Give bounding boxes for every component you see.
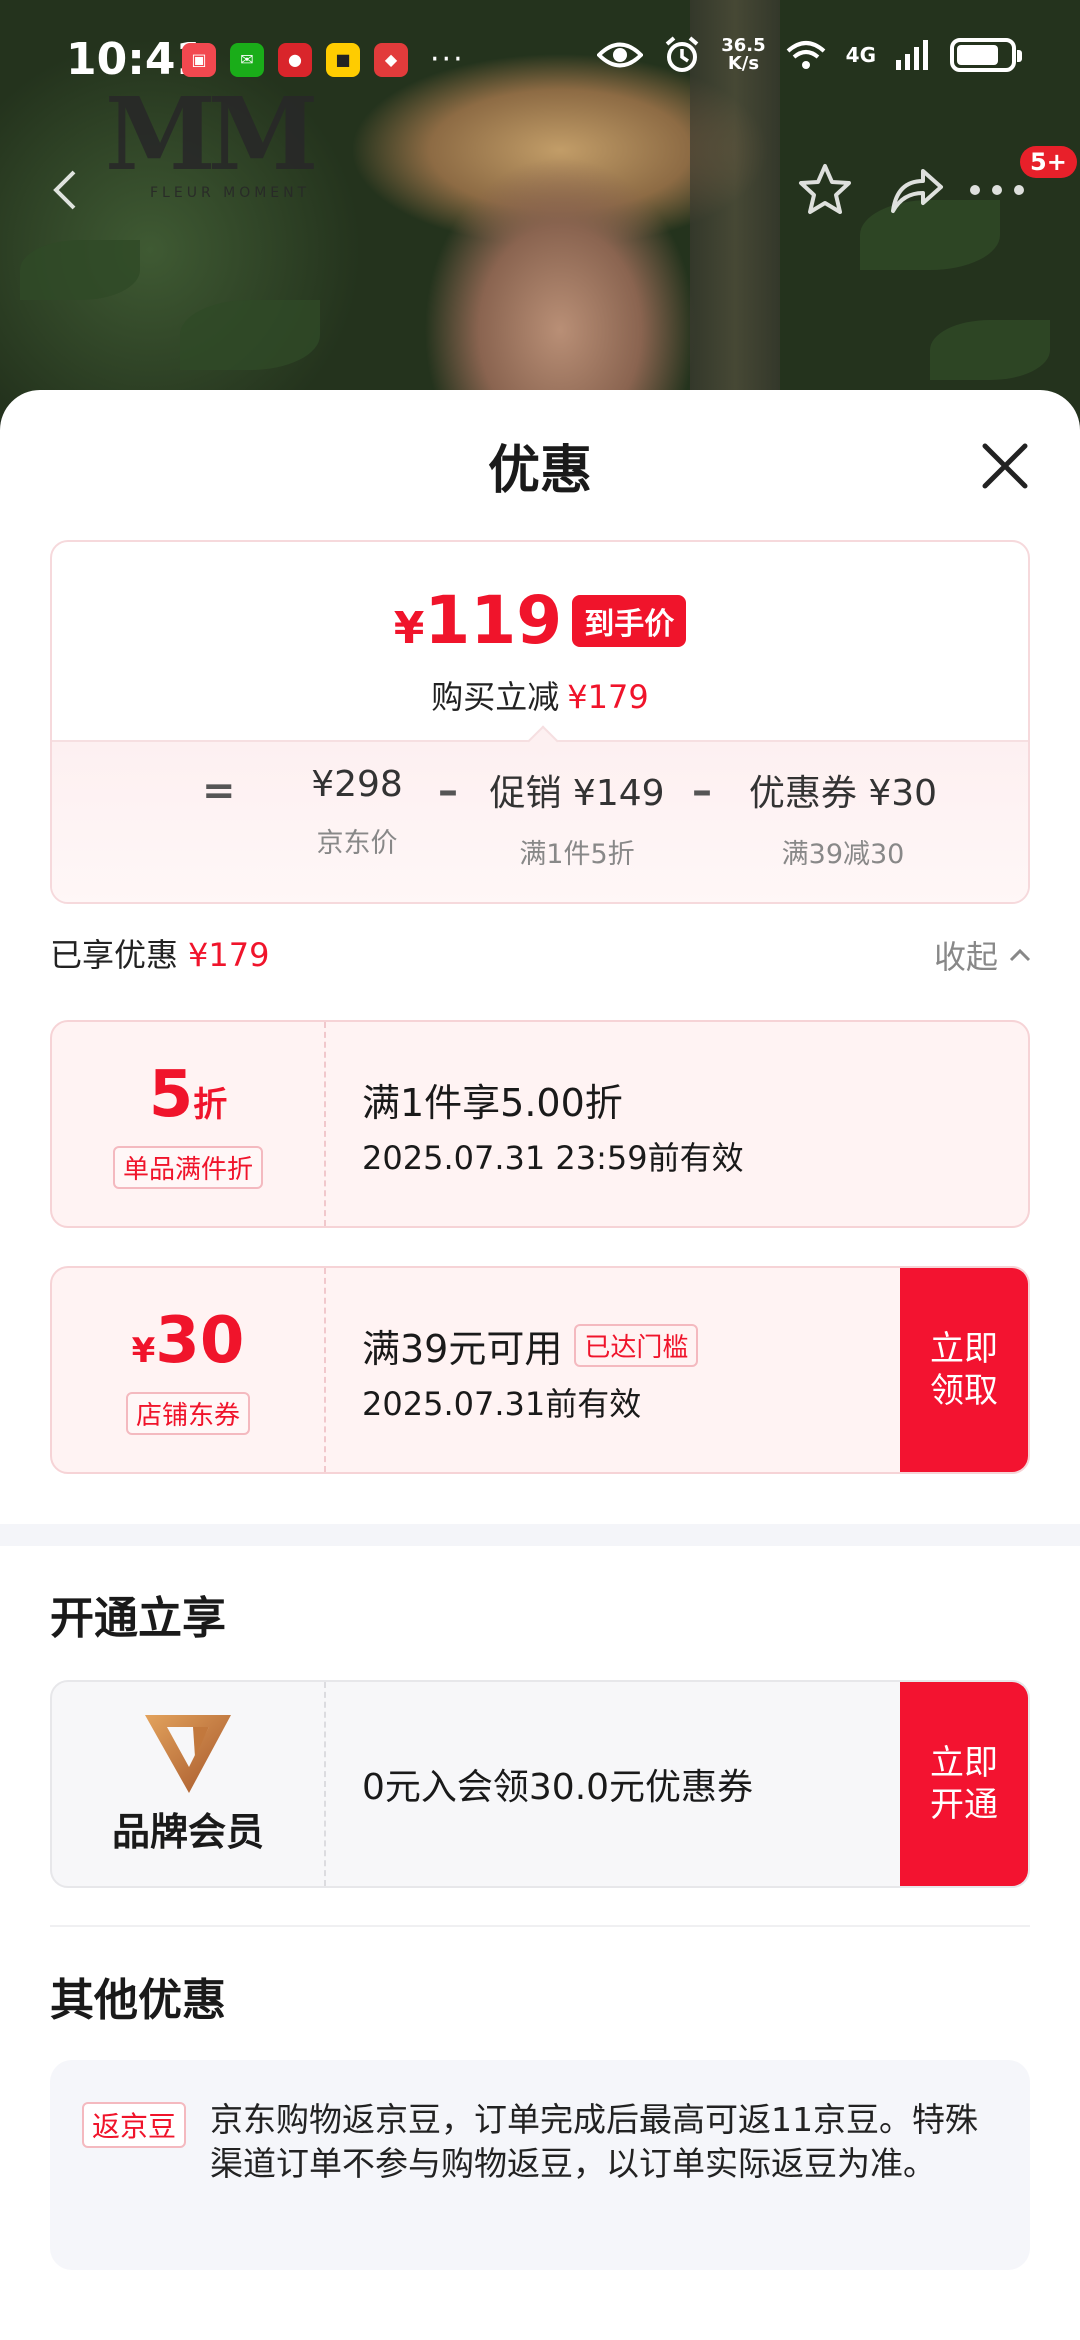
app-notification-icon: ■	[326, 42, 360, 77]
network-speed: 36.5 K/s	[721, 37, 765, 73]
open-membership-button[interactable]: 立即开通	[900, 1682, 1028, 1886]
wechat-icon: ✉	[230, 42, 264, 77]
signal-icon	[896, 40, 928, 70]
divider	[50, 1925, 1030, 1927]
jd-bean-description: 京东购物返京豆，订单完成后最高可返11京豆。特殊渠道订单不参与购物返豆，以订单实…	[210, 2100, 978, 2183]
equals-sign: =	[202, 768, 236, 814]
coupon-validity: 2025.07.31前有效	[362, 1385, 642, 1423]
claim-coupon-label: 立即领取	[930, 1329, 998, 1411]
breakdown-value: 优惠券 ¥30	[748, 773, 938, 814]
membership-offer-text: 0元入会领30.0元优惠券	[362, 1767, 754, 1808]
brand-watermark-sub: FLEUR MOMENT	[150, 185, 311, 201]
instant-discount-label: 购买立减	[431, 678, 560, 716]
breakdown-value: ¥298	[311, 764, 403, 805]
close-icon	[982, 443, 1028, 489]
photo-leaf	[930, 320, 1050, 380]
final-price-tag: 到手价	[572, 594, 687, 647]
coupon-value-area: ¥30 店铺东券	[52, 1268, 326, 1472]
section-divider	[0, 1524, 1080, 1546]
coupon-validity: 2025.07.31 23:59前有效	[362, 1139, 744, 1177]
share-icon	[891, 169, 943, 213]
app-notification-icon: ▣	[182, 42, 216, 77]
status-bar: 10:41 ▣ ✉ ● ■ ◆ ··· 36.5 K/s 4G	[0, 0, 1080, 120]
breakdown-label: 京东价	[316, 828, 398, 859]
coupon-condition: 满39元可用	[362, 1327, 563, 1371]
chevron-up-icon	[1009, 948, 1031, 962]
enjoyed-amount: ¥179	[188, 936, 270, 974]
coupon-currency: ¥	[131, 1330, 156, 1371]
brand-logo-icon	[145, 1714, 231, 1793]
back-arrow-icon	[53, 170, 76, 210]
collapse-button[interactable]: 收起	[934, 932, 1032, 978]
coupon-condition-row: 满39元可用 已达门槛	[362, 1318, 699, 1373]
enjoyed-discount: 已享优惠 ¥179	[50, 930, 269, 976]
more-dots-icon	[970, 185, 1024, 195]
final-price: ¥119	[394, 582, 562, 659]
coupon-card-discount: 5折 单品满件折 满1件享5.00折 2025.07.31 23:59前有效	[50, 1020, 1030, 1228]
final-price-row: ¥119 到手价	[52, 582, 1028, 659]
membership-card: 品牌会员 0元入会领30.0元优惠券 立即开通	[50, 1680, 1030, 1888]
open-membership-label: 立即开通	[930, 1743, 998, 1825]
app-notification-icon: ●	[278, 42, 312, 77]
other-section-title: 其他优惠	[50, 1975, 226, 2026]
threshold-reached-tag: 已达门槛	[574, 1324, 699, 1367]
claim-coupon-button[interactable]: 立即领取	[900, 1268, 1028, 1472]
breakdown-item-coupon: 优惠券 ¥30 满39减30	[728, 764, 958, 871]
more-notifications: ···	[430, 42, 465, 77]
other-offer-card: 返京豆 京东购物返京豆，订单完成后最高可返11京豆。特殊渠道订单不参与购物返豆，…	[50, 2060, 1030, 2270]
app-notification-icon: ◆	[374, 42, 408, 77]
wifi-icon	[786, 41, 825, 69]
jd-bean-tag: 返京豆	[82, 2102, 187, 2148]
coupon-type-tag: 店铺东券	[125, 1391, 250, 1435]
brand-member-label: 品牌会员	[111, 1809, 264, 1854]
eye-icon	[597, 42, 644, 68]
coupon-value: ¥30	[132, 1306, 245, 1386]
coupon-card-store: ¥30 店铺东券 满39元可用 已达门槛 2025.07.31前有效 立即领取	[50, 1266, 1030, 1474]
breakdown-value: 促销 ¥149	[489, 773, 665, 814]
currency-symbol: ¥	[393, 603, 425, 654]
coupon-value-unit: 折	[193, 1084, 228, 1125]
enjoyed-label: 已享优惠	[50, 936, 179, 974]
minus-sign: –	[692, 768, 712, 814]
photo-leaf	[20, 240, 140, 300]
coupon-value-number: 5	[148, 1057, 194, 1132]
alarm-icon	[665, 36, 699, 72]
back-button[interactable]	[30, 155, 100, 225]
instant-discount-row: 购买立减 ¥179	[52, 672, 1028, 718]
collapse-label: 收起	[933, 938, 998, 976]
coupon-details: 满39元可用 已达门槛 2025.07.31前有效	[362, 1318, 699, 1425]
photo-leaf	[180, 300, 320, 370]
instant-discount-amount: ¥179	[567, 678, 649, 716]
open-section-title: 开通立享	[50, 1593, 226, 1644]
star-icon	[799, 164, 851, 214]
coupon-value: 5折	[149, 1060, 228, 1140]
price-summary-card: ¥119 到手价 购买立减 ¥179 = ¥298 京东价 – 促销 ¥149 满…	[50, 540, 1030, 904]
coupon-type-tag: 单品满件折	[112, 1145, 263, 1189]
breakdown-item-jd-price: ¥298 京东价	[257, 764, 457, 860]
breakdown-label: 满39减30	[781, 839, 905, 870]
breakdown-item-promo: 促销 ¥149 满1件5折	[472, 764, 682, 871]
notification-icons: ▣ ✉ ● ■ ◆ ···	[182, 42, 465, 77]
coupon-value-area: 5折 单品满件折	[52, 1022, 326, 1226]
battery-icon	[950, 38, 1022, 72]
discount-sheet: 优惠 ¥119 到手价 购买立减 ¥179 = ¥298 京东价 – 促销 ¥14…	[0, 390, 1080, 2340]
minus-sign: –	[438, 768, 458, 814]
speed-unit: K/s	[727, 53, 760, 74]
network-type: 4G	[845, 43, 876, 67]
close-button[interactable]	[975, 436, 1035, 496]
breakdown-label: 满1件5折	[519, 839, 635, 870]
favorite-button[interactable]	[790, 155, 860, 225]
coupon-condition: 满1件享5.00折	[362, 1081, 623, 1125]
share-button[interactable]	[882, 155, 952, 225]
final-price-value: 119	[424, 582, 563, 659]
brand-member-area: 品牌会员	[52, 1682, 326, 1886]
sheet-title: 优惠	[487, 441, 592, 501]
coupon-details: 满1件享5.00折 2025.07.31 23:59前有效	[362, 1072, 744, 1179]
coupon-value-number: 30	[155, 1303, 245, 1378]
notification-badge: 5+	[1020, 146, 1077, 178]
